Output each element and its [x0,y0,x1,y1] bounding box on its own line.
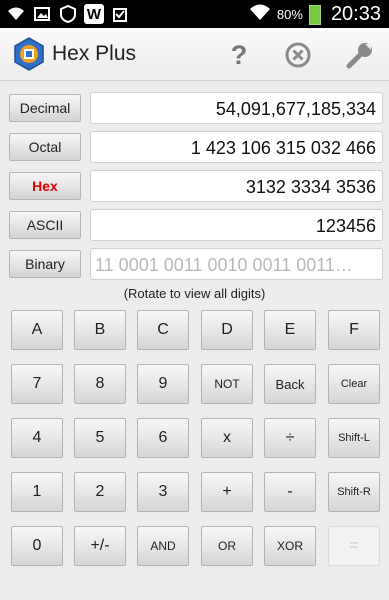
key-9[interactable]: 9 [137,364,189,404]
battery-icon [308,4,321,25]
key-b[interactable]: B [74,310,126,350]
octal-mode-button[interactable]: Octal [9,133,81,161]
not-button[interactable]: NOT [201,364,253,404]
negate-button[interactable]: +/- [74,526,126,566]
binary-row: Binary 11 0001 0011 0010 0011 0011… [9,248,383,280]
action-bar: Hex Plus ? [0,28,389,81]
binary-mode-button[interactable]: Binary [9,250,81,278]
w-app-icon: W [84,4,104,24]
back-button[interactable]: Back [264,364,316,404]
add-button[interactable]: + [201,472,253,512]
shift-right-button[interactable]: Shift-R [328,472,380,512]
clipboard-notification-icon [110,4,130,24]
key-1[interactable]: 1 [11,472,63,512]
equals-button[interactable]: = [328,526,380,566]
key-0[interactable]: 0 [11,526,63,566]
clear-button[interactable]: Clear [328,364,380,404]
binary-value-field[interactable]: 11 0001 0011 0010 0011 0011… [90,248,383,280]
xor-button[interactable]: XOR [264,526,316,566]
hex-mode-button[interactable]: Hex [9,172,81,200]
key-c[interactable]: C [137,310,189,350]
ascii-mode-button[interactable]: ASCII [9,211,81,239]
decimal-row: Decimal 54,091,677,185,334 [9,92,383,124]
decimal-mode-button[interactable]: Decimal [9,94,81,122]
wifi-signal-icon [249,3,271,26]
shield-notification-icon [58,4,78,24]
ascii-row: ASCII 123456 [9,209,383,241]
clock: 20:33 [330,3,381,25]
key-7[interactable]: 7 [11,364,63,404]
app-title: Hex Plus [52,42,137,65]
app-logo-icon [14,37,44,71]
ascii-value-field[interactable]: 123456 [90,209,383,241]
key-e[interactable]: E [264,310,316,350]
key-8[interactable]: 8 [74,364,126,404]
hex-row: Hex 3132 3334 3536 [9,170,383,202]
or-button[interactable]: OR [201,526,253,566]
key-f[interactable]: F [328,310,380,350]
key-4[interactable]: 4 [11,418,63,458]
key-a[interactable]: A [11,310,63,350]
and-button[interactable]: AND [137,526,189,566]
help-button[interactable]: ? [222,38,256,72]
wrench-icon[interactable] [343,38,377,72]
close-icon[interactable] [281,38,315,72]
octal-value-field[interactable]: 1 423 106 315 032 466 [90,131,383,163]
image-notification-icon [32,4,52,24]
decimal-value-field[interactable]: 54,091,677,185,334 [90,92,383,124]
octal-row: Octal 1 423 106 315 032 466 [9,131,383,163]
key-2[interactable]: 2 [74,472,126,512]
key-d[interactable]: D [201,310,253,350]
subtract-button[interactable]: - [264,472,316,512]
divide-button[interactable]: ÷ [264,418,316,458]
battery-percent: 80% [276,7,303,22]
wifi-notification-icon [6,4,26,24]
multiply-button[interactable]: x [201,418,253,458]
key-3[interactable]: 3 [137,472,189,512]
key-6[interactable]: 6 [137,418,189,458]
rotate-hint: (Rotate to view all digits) [123,286,266,301]
key-5[interactable]: 5 [74,418,126,458]
hex-value-field[interactable]: 3132 3334 3536 [90,170,383,202]
shift-left-button[interactable]: Shift-L [328,418,380,458]
status-bar: W 80% 20:33 [0,0,389,28]
